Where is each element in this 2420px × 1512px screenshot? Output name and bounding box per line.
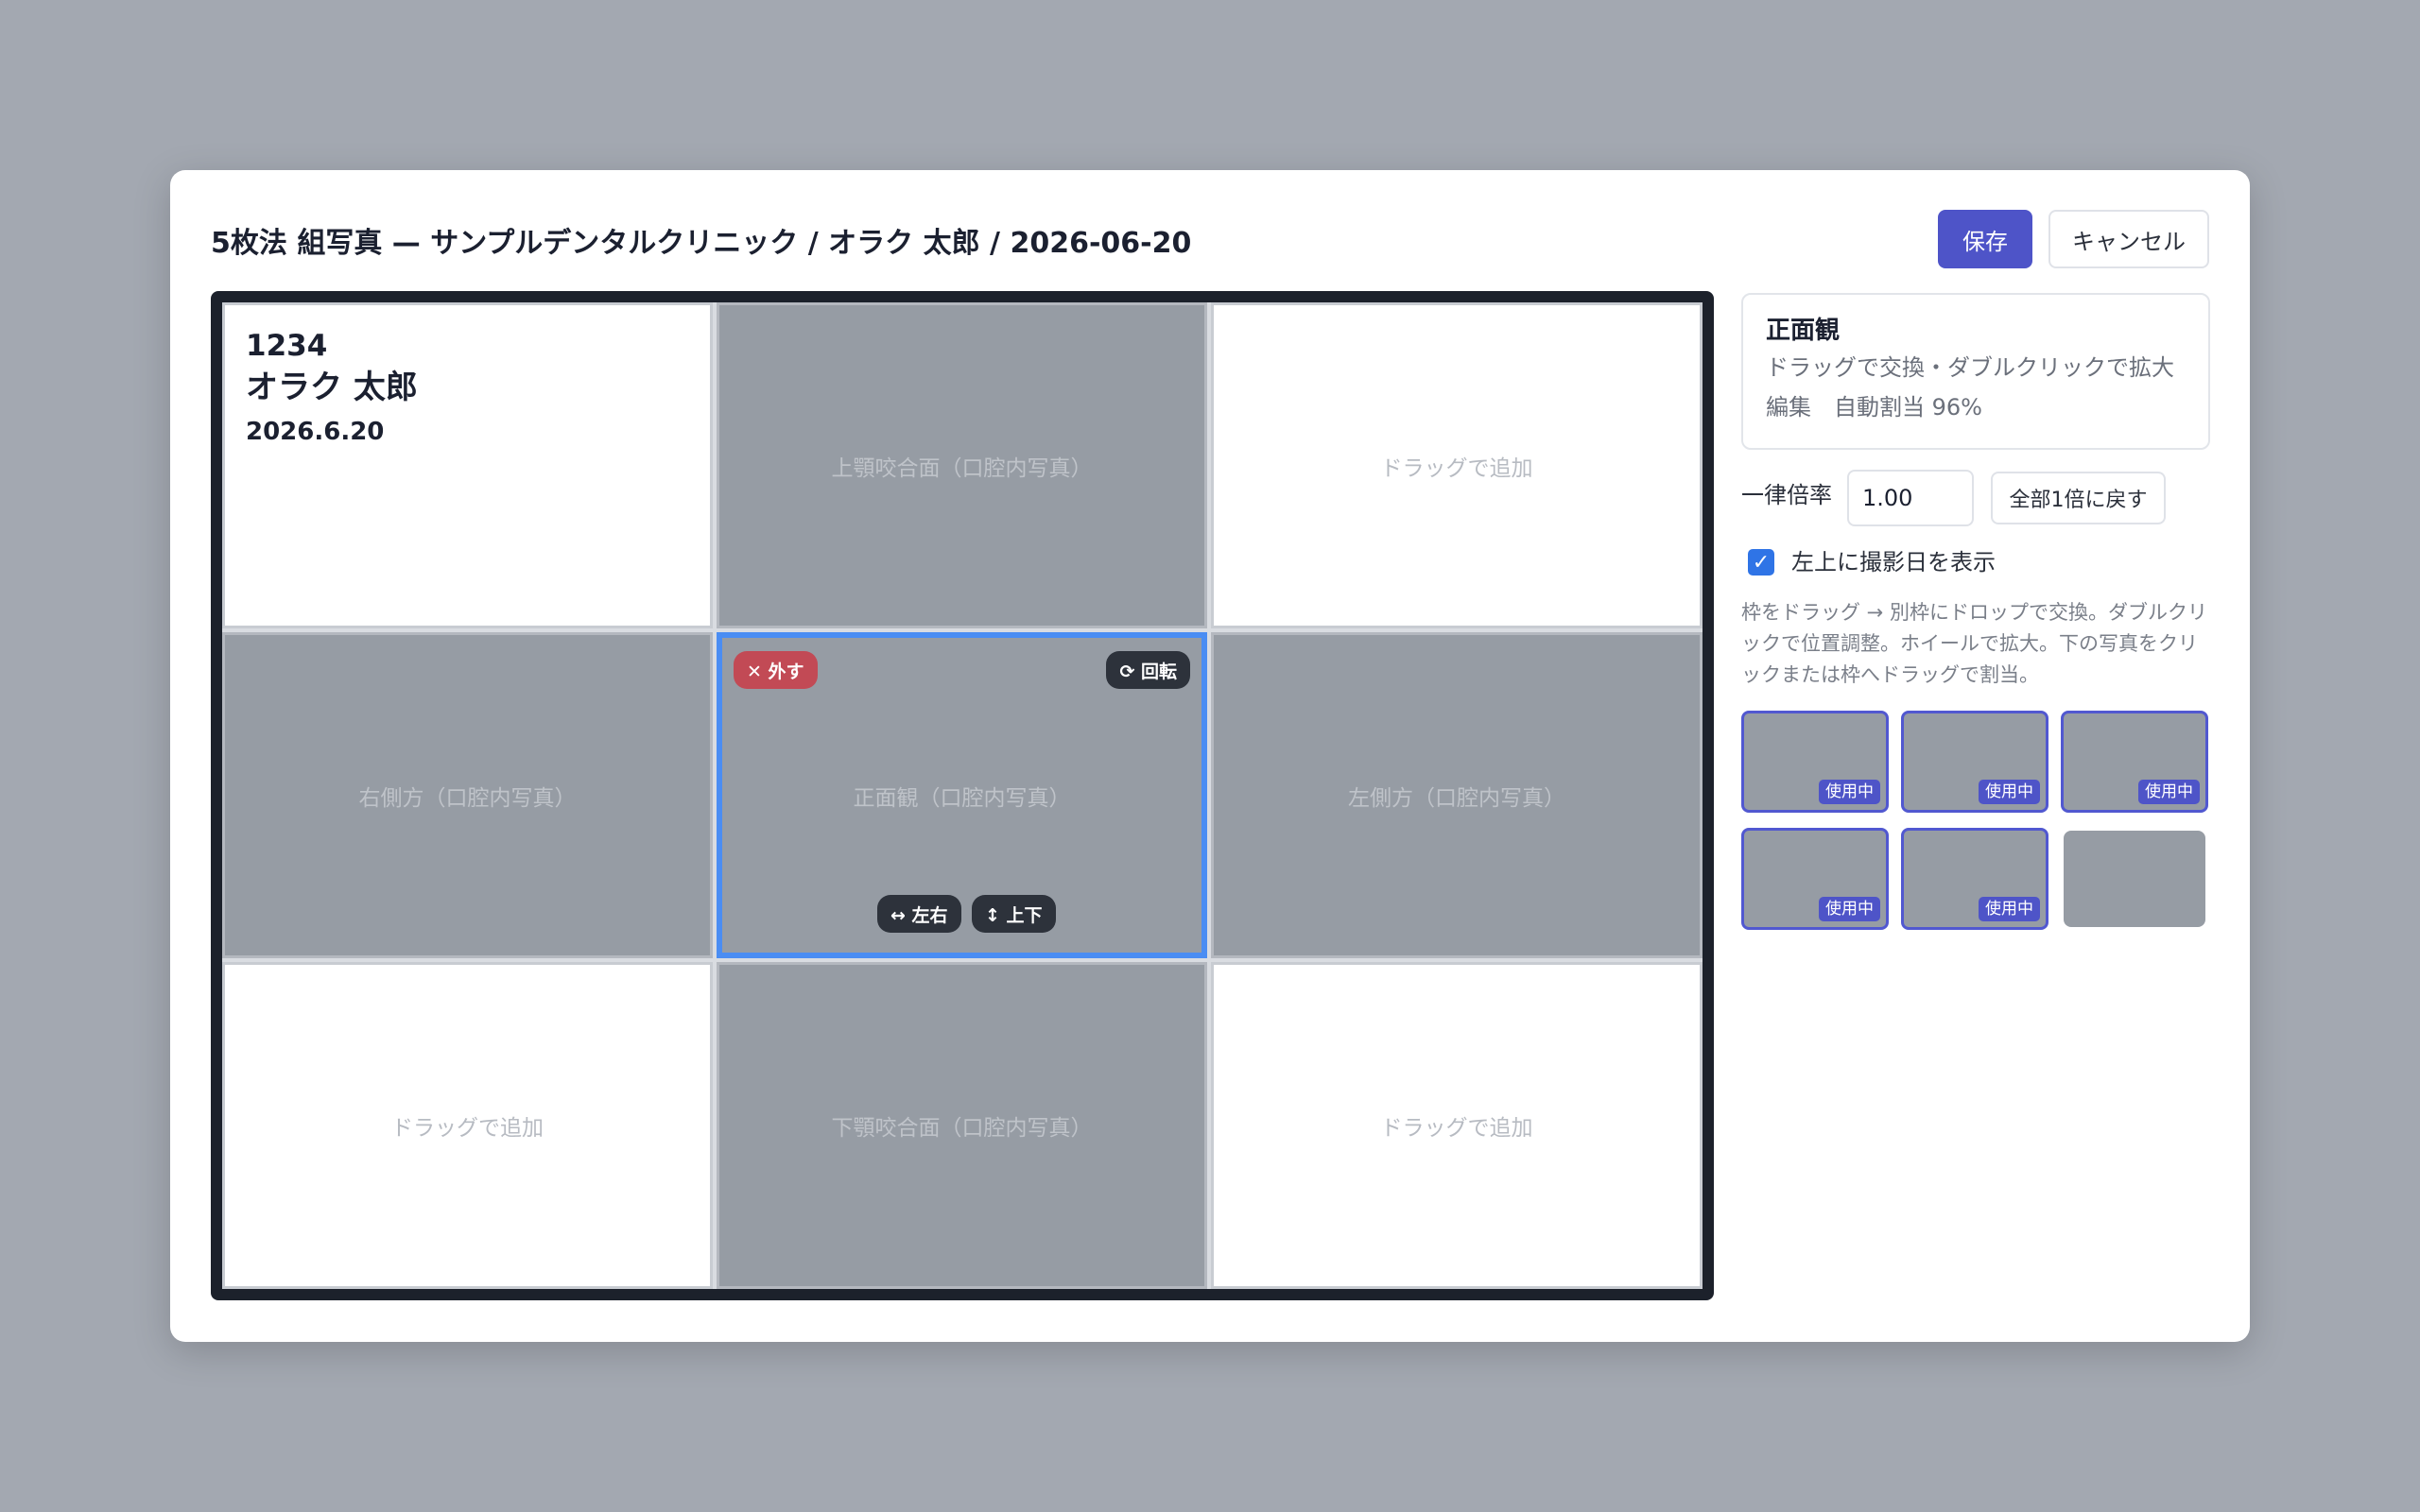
cell-label: 上顎咬合面（口腔内写真） — [831, 455, 1093, 481]
thumbnail[interactable]: 使用中 — [2061, 711, 2208, 813]
reset-scale-button[interactable]: 全部1倍に戻す — [1991, 472, 2166, 524]
cell-label: 左側方（口腔内写真） — [1348, 785, 1565, 811]
dialog-title: 5枚法 組写真 — サンプルデンタルクリニック / オラク 太郎 / 2026-… — [211, 227, 1192, 260]
save-button[interactable]: 保存 — [1938, 210, 2032, 268]
scale-input[interactable] — [1847, 470, 1974, 526]
selected-cell-info-card: 正面観 ドラッグで交換・ダブルクリックで拡大 編集 自動割当 96% — [1741, 293, 2210, 450]
selected-cell-title: 正面観 — [1766, 317, 1841, 345]
remove-photo-button[interactable]: ✕ 外す — [734, 651, 818, 689]
cancel-button[interactable]: キャンセル — [2048, 210, 2209, 268]
cell-left-side[interactable]: 左側方（口腔内写真） — [1211, 632, 1703, 958]
cell-label: 正面観（口腔内写真） — [853, 785, 1071, 811]
in-use-badge: 使用中 — [1819, 780, 1880, 804]
in-use-badge: 使用中 — [1819, 897, 1880, 921]
show-date-label: 左上に撮影日を表示 — [1791, 549, 1996, 576]
edit-status: 編集 自動割当 96% — [1766, 394, 1982, 421]
photo-date: 2026.6.20 — [246, 418, 385, 446]
thumbnail[interactable]: 使用中 — [1741, 828, 1889, 930]
composite-board: 1234 オラク 太郎 2026.6.20 上顎咬合面（口腔内写真） ドラッグで… — [211, 291, 1714, 1300]
drop-hint: ドラッグで追加 — [391, 1116, 544, 1141]
help-text: 枠をドラッグ → 別枠にドロップで交換。ダブルクリックで位置調整。ホイールで拡大… — [1741, 601, 2207, 686]
flip-horizontal-button[interactable]: ↔ 左右 — [877, 895, 961, 933]
thumbnail[interactable]: 使用中 — [1901, 828, 2048, 930]
thumbnail-unused[interactable] — [2064, 831, 2205, 927]
cell-label: 右側方（口腔内写真） — [358, 785, 577, 811]
cell-lower-occlusal[interactable]: 下顎咬合面（口腔内写真） — [717, 962, 1207, 1289]
thumbnail[interactable]: 使用中 — [1741, 711, 1889, 813]
photo-grid: 1234 オラク 太郎 2026.6.20 上顎咬合面（口腔内写真） ドラッグで… — [222, 302, 1703, 1289]
drop-hint: ドラッグで追加 — [1380, 1116, 1533, 1141]
cell-right-side[interactable]: 右側方（口腔内写真） — [222, 632, 713, 958]
scale-label: 一律倍率 — [1741, 482, 1832, 508]
rotate-button[interactable]: ⟳ 回転 — [1106, 651, 1190, 689]
cell-empty-bottom-right[interactable]: ドラッグで追加 — [1211, 962, 1703, 1289]
patient-name: オラク 太郎 — [246, 369, 418, 406]
cell-empty-bottom-left[interactable]: ドラッグで追加 — [222, 962, 713, 1289]
selected-cell-hint: ドラッグで交換・ダブルクリックで拡大 — [1766, 354, 2174, 381]
thumbnail[interactable]: 使用中 — [1901, 711, 2048, 813]
patient-id: 1234 — [246, 329, 328, 363]
in-use-badge: 使用中 — [1979, 780, 2040, 804]
cell-label: 下顎咬合面（口腔内写真） — [831, 1116, 1093, 1141]
in-use-badge: 使用中 — [2138, 780, 2200, 804]
flip-vertical-button[interactable]: ↕ 上下 — [972, 895, 1056, 933]
patient-info-cell: 1234 オラク 太郎 2026.6.20 — [222, 302, 713, 628]
cell-front-selected[interactable]: 正面観（口腔内写真） ✕ 外す ⟳ 回転 ↔ 左右 ↕ 上下 — [717, 632, 1207, 958]
in-use-badge: 使用中 — [1979, 897, 2040, 921]
cell-empty-top-right[interactable]: ドラッグで追加 — [1211, 302, 1703, 628]
drop-hint: ドラッグで追加 — [1380, 455, 1533, 481]
cell-upper-occlusal[interactable]: 上顎咬合面（口腔内写真） — [717, 302, 1207, 628]
show-date-checkbox[interactable]: ✓ — [1748, 549, 1774, 576]
